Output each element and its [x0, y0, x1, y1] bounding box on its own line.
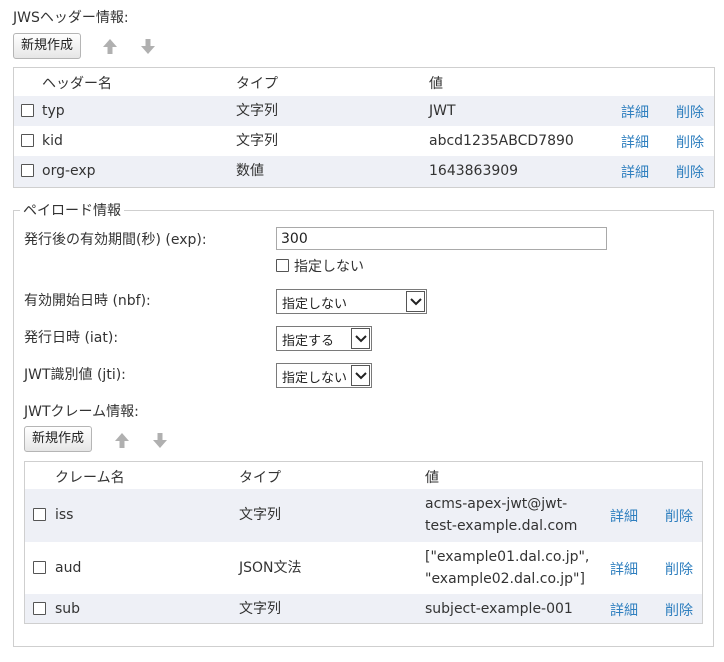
row-checkbox[interactable]	[33, 508, 46, 521]
table-row: iss 文字列 acms-apex-jwt@jwt- test-example.…	[25, 489, 702, 542]
claim-type: JSON文法	[239, 560, 302, 576]
jwt-claims-title: JWTクレーム情報:	[24, 404, 139, 420]
table-row: aud JSON文法 ["example01.dal.co.jp", "exam…	[25, 542, 702, 594]
exp-unspecified-label: 指定しない	[294, 259, 364, 275]
nbf-label: 有効開始日時 (nbf):	[24, 293, 151, 309]
column-header-type: タイプ	[239, 470, 281, 486]
exp-input[interactable]	[276, 227, 607, 250]
claim-type: 文字列	[239, 507, 281, 523]
nbf-select[interactable]: 指定しない	[276, 289, 427, 314]
header-type: 数値	[236, 163, 264, 179]
move-down-arrow-icon[interactable]	[139, 37, 157, 55]
nbf-selected-value: 指定しない	[282, 297, 348, 312]
claim-value-line1: acms-apex-jwt@jwt-	[425, 496, 568, 512]
row-checkbox[interactable]	[21, 134, 34, 147]
table-row: kid 文字列 abcd1235ABCD7890 詳細 削除	[14, 126, 714, 156]
jws-header-title: JWSヘッダー情報:	[13, 10, 129, 26]
row-checkbox[interactable]	[21, 164, 34, 177]
header-name: org-exp	[42, 163, 96, 179]
claim-value-line1: ["example01.dal.co.jp",	[425, 549, 590, 565]
delete-link[interactable]: 削除	[676, 162, 704, 182]
row-checkbox[interactable]	[33, 561, 46, 574]
claim-value-line2: test-example.dal.com	[425, 518, 578, 534]
detail-link[interactable]: 詳細	[621, 162, 649, 182]
iat-select[interactable]: 指定する	[276, 326, 372, 351]
jws-header-table: ヘッダー名 タイプ 値 typ 文字列 JWT 詳細 削除 kid 文字列 ab…	[13, 67, 715, 188]
delete-link[interactable]: 削除	[665, 506, 693, 526]
jti-label: JWT識別値 (jti):	[24, 367, 126, 383]
detail-link[interactable]: 詳細	[621, 132, 649, 152]
header-value: 1643863909	[429, 163, 519, 179]
header-type: 文字列	[236, 103, 278, 119]
move-down-arrow-icon[interactable]	[151, 431, 169, 449]
header-name: kid	[42, 133, 63, 149]
exp-label: 発行後の有効期間(秒) (exp):	[24, 232, 207, 248]
iat-selected-value: 指定する	[282, 334, 335, 349]
claim-value-line2: "example02.dal.co.jp"]	[425, 571, 585, 587]
detail-link[interactable]: 詳細	[610, 600, 638, 620]
claim-name: sub	[55, 601, 81, 617]
exp-unspecified-checkbox[interactable]	[276, 259, 289, 272]
table-row: org-exp 数値 1643863909 詳細 削除	[14, 156, 714, 187]
jws-header-new-button[interactable]: 新規作成	[13, 33, 82, 59]
row-checkbox[interactable]	[33, 602, 46, 615]
column-header-type: タイプ	[236, 76, 278, 92]
header-value: abcd1235ABCD7890	[429, 133, 574, 149]
column-header-value: 値	[425, 470, 439, 486]
delete-link[interactable]: 削除	[676, 132, 704, 152]
chevron-down-icon	[351, 328, 370, 349]
header-name: typ	[42, 103, 65, 119]
payload-legend: ペイロード情報	[23, 203, 121, 219]
detail-link[interactable]: 詳細	[610, 506, 638, 526]
delete-link[interactable]: 削除	[665, 600, 693, 620]
column-header-value: 値	[429, 76, 443, 92]
iat-label: 発行日時 (iat):	[24, 330, 119, 346]
jti-select[interactable]: 指定しない	[276, 363, 372, 388]
detail-link[interactable]: 詳細	[621, 102, 649, 122]
table-row: typ 文字列 JWT 詳細 削除	[14, 96, 714, 126]
claim-name: aud	[55, 560, 82, 576]
delete-link[interactable]: 削除	[665, 559, 693, 579]
jti-selected-value: 指定しない	[282, 371, 348, 386]
chevron-down-icon	[406, 291, 425, 312]
claim-type: 文字列	[239, 601, 281, 617]
jwt-claims-table: クレーム名 タイプ 値 iss 文字列 acms-apex-jwt@jwt- t…	[24, 461, 703, 624]
delete-link[interactable]: 削除	[676, 102, 704, 122]
row-checkbox[interactable]	[21, 104, 34, 117]
detail-link[interactable]: 詳細	[610, 559, 638, 579]
header-type: 文字列	[236, 133, 278, 149]
claim-name: iss	[55, 507, 74, 523]
column-header-name: クレーム名	[55, 470, 125, 486]
claim-value-line1: subject-example-001	[425, 601, 573, 617]
chevron-down-icon	[351, 365, 370, 386]
header-value: JWT	[429, 103, 456, 119]
move-up-arrow-icon[interactable]	[113, 431, 131, 449]
column-header-name: ヘッダー名	[42, 76, 112, 92]
table-row: sub 文字列 subject-example-001 詳細 削除	[25, 594, 702, 623]
jwt-claims-new-button[interactable]: 新規作成	[24, 426, 93, 452]
move-up-arrow-icon[interactable]	[101, 37, 119, 55]
